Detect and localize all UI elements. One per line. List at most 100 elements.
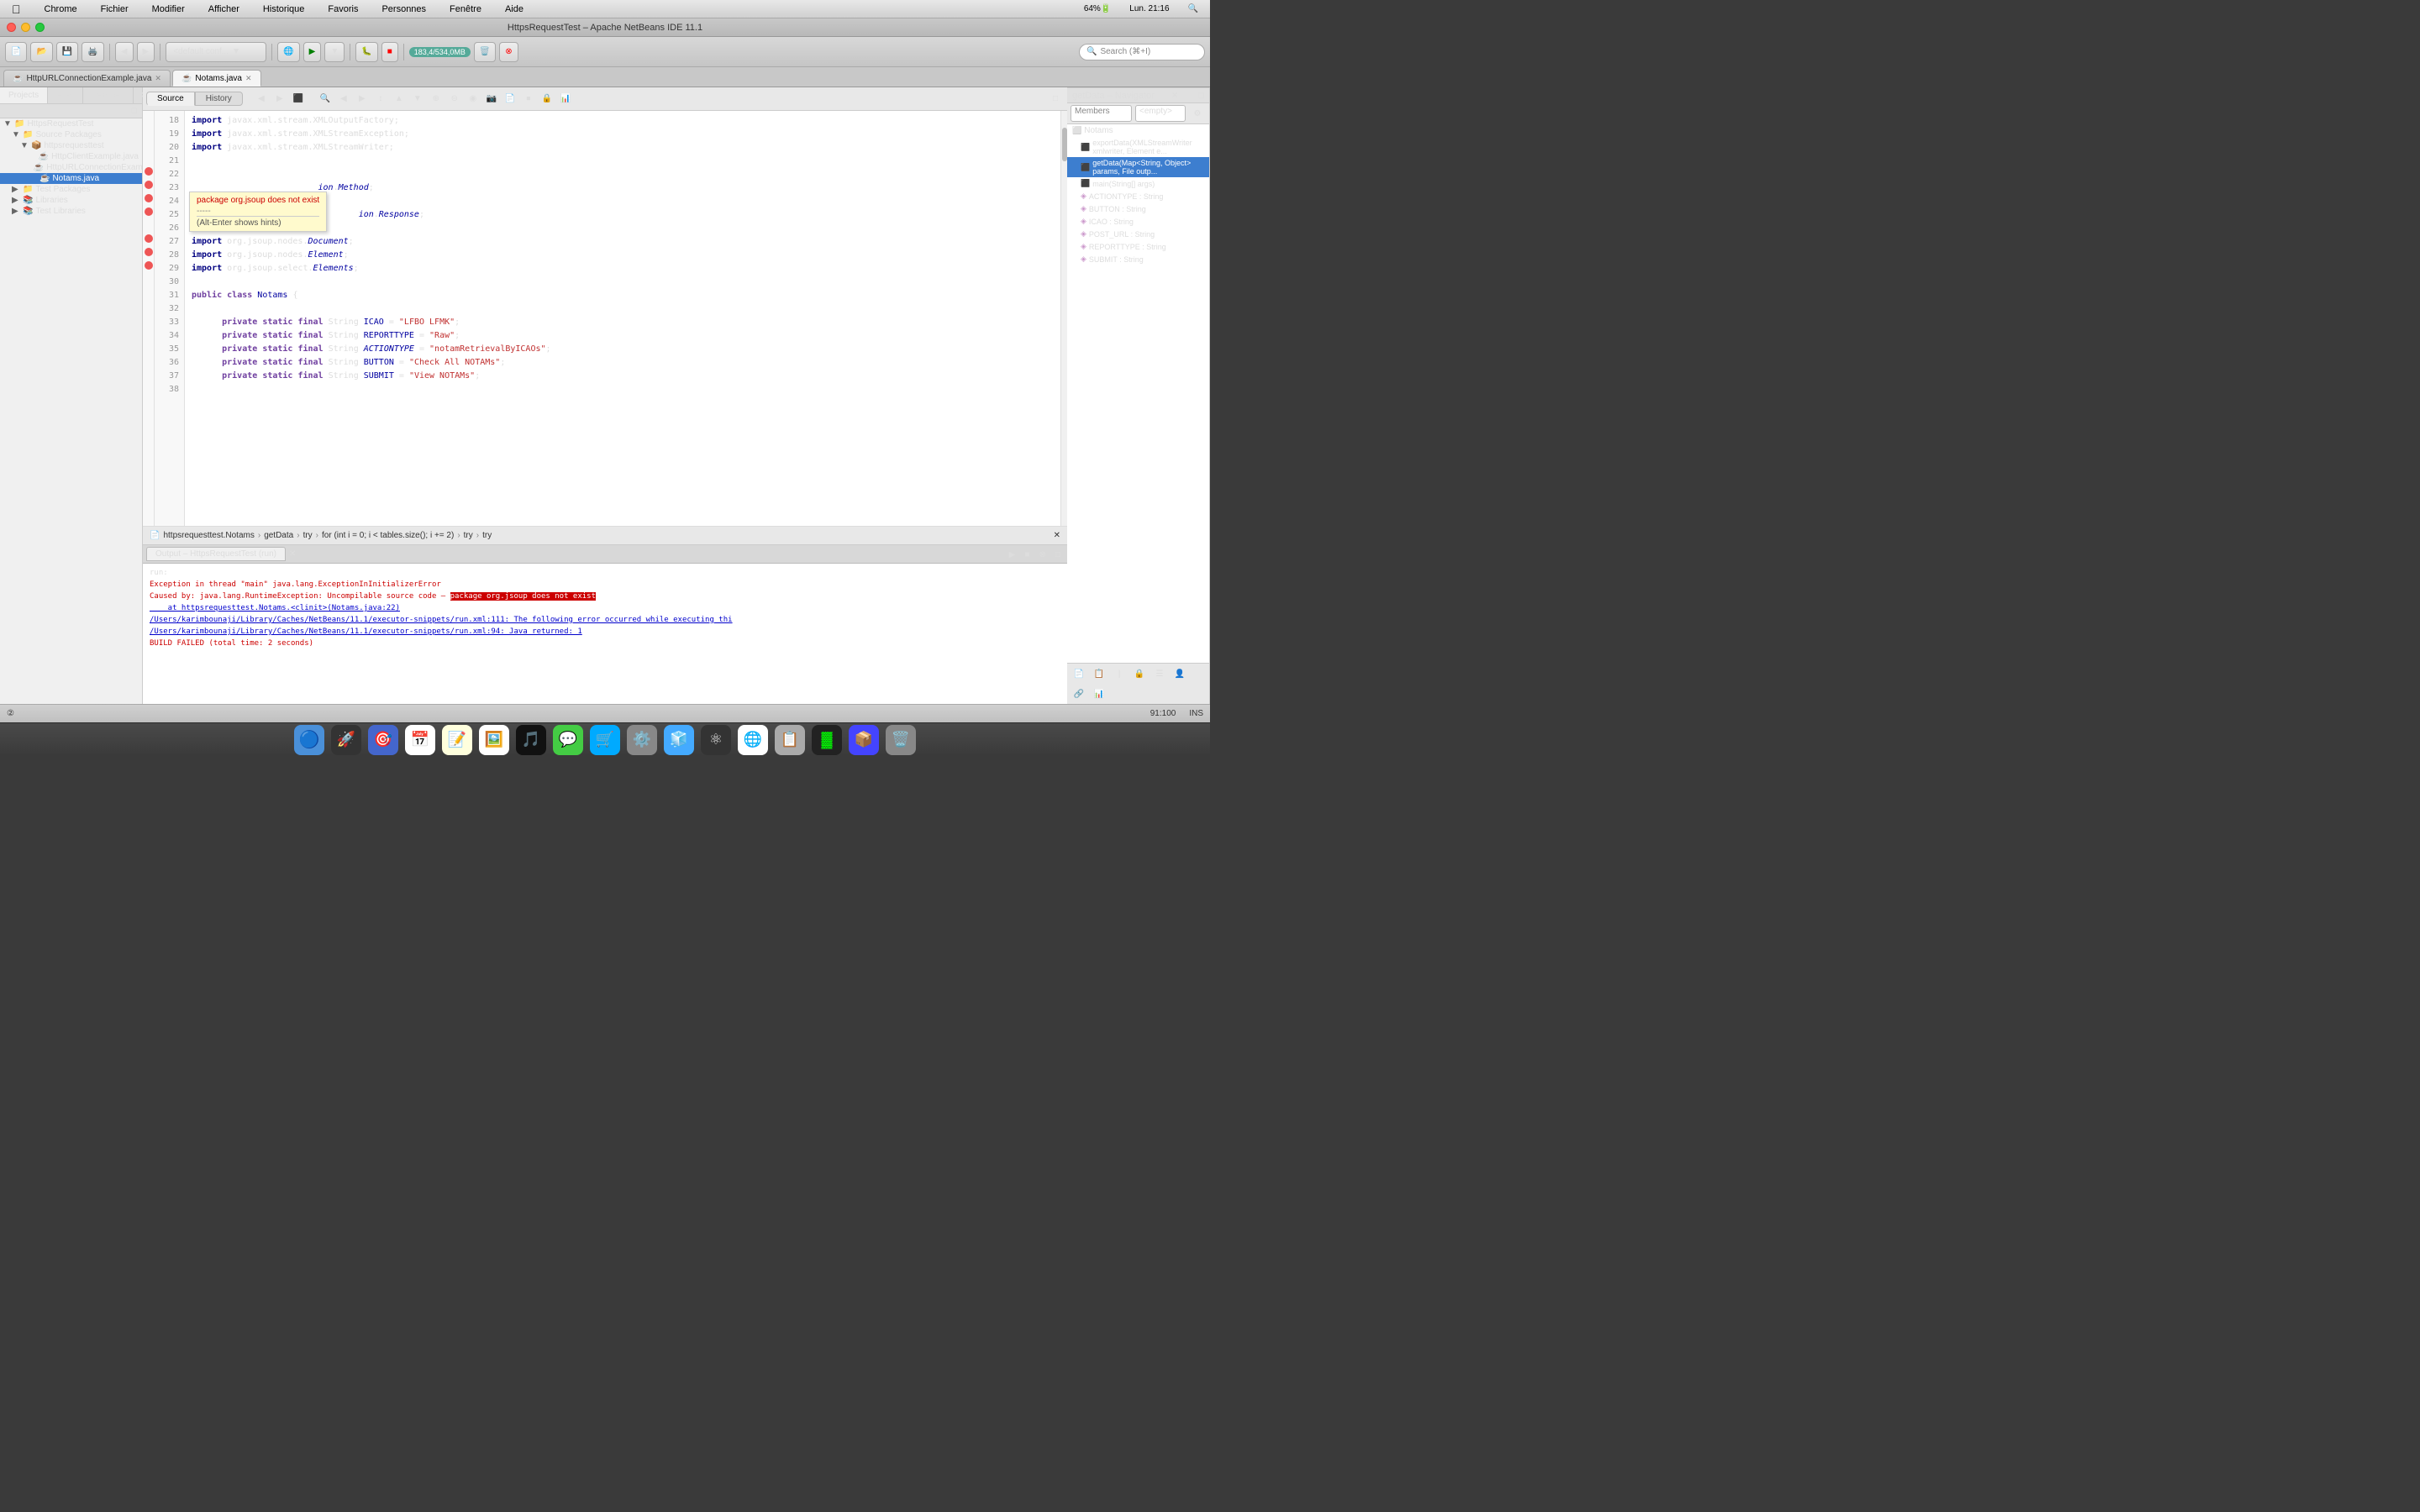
dock-trash[interactable]: 🗑️ bbox=[886, 725, 916, 755]
dock-music[interactable]: 🎵 bbox=[516, 725, 546, 755]
output-line-at[interactable]: at httpsrequesttest.Notams.<clinit>(Nota… bbox=[150, 602, 1060, 614]
menu-aide[interactable]: Aide bbox=[500, 3, 529, 16]
print-btn[interactable]: 🖨️ bbox=[82, 42, 103, 62]
nav-close-btn[interactable]: ✕ bbox=[1171, 90, 1178, 101]
tab-httpurl[interactable]: ☕ HttpURLConnectionExample.java ✕ bbox=[3, 70, 171, 87]
toggle-btn[interactable]: ↕ bbox=[372, 91, 389, 108]
nav-members-dropdown[interactable]: <empty> bbox=[1135, 105, 1186, 122]
nav-field-posturl[interactable]: ◈ POST_URL : String bbox=[1067, 228, 1209, 240]
dock-appstore[interactable]: 🛒 bbox=[590, 725, 620, 755]
nav-method-export[interactable]: ⬛ exportData(XMLStreamWriter xmlwriter, … bbox=[1067, 137, 1209, 157]
menu-personnes[interactable]: Personnes bbox=[376, 3, 431, 16]
fold-btn[interactable]: ▲ bbox=[391, 91, 408, 108]
dock-netbeans[interactable]: 🧊 bbox=[664, 725, 694, 755]
gc-btn[interactable]: 🗑️ bbox=[474, 42, 496, 62]
tree-notams[interactable]: ☕ Notams.java bbox=[0, 173, 142, 184]
nav-method-getdata[interactable]: ⬛ getData(Map<String, Object> params, Fi… bbox=[1067, 157, 1209, 177]
stop-btn[interactable]: ■ bbox=[381, 42, 398, 62]
forward-btn[interactable]: ▶ bbox=[137, 42, 155, 62]
panel-tab-files[interactable]: Files bbox=[48, 87, 83, 103]
nav-btn-7[interactable]: 🔗 bbox=[1071, 685, 1087, 702]
left-editor-btn[interactable]: ◀ bbox=[335, 91, 352, 108]
dock-calendar[interactable]: 📅 bbox=[405, 725, 435, 755]
close-button[interactable] bbox=[7, 23, 16, 32]
globe-btn[interactable]: 🌐 bbox=[277, 42, 299, 62]
scrollbar-thumb-v[interactable] bbox=[1062, 128, 1067, 161]
maximize-editor-btn[interactable]: □ bbox=[1047, 91, 1064, 108]
stop-edit-btn[interactable]: ⏹ bbox=[520, 91, 537, 108]
nav-field-submit[interactable]: ◈ SUBMIT : String bbox=[1067, 253, 1209, 265]
nav-settings-btn[interactable]: ⚙ bbox=[1189, 105, 1206, 122]
nav-btn-5[interactable]: ☰ bbox=[1151, 665, 1168, 682]
menu-fichier[interactable]: Fichier bbox=[96, 3, 134, 16]
right-editor-btn[interactable]: ▶ bbox=[354, 91, 371, 108]
tree-test-packages[interactable]: ▶ 📁 Test Packages bbox=[0, 184, 142, 195]
menu-fenetre[interactable]: Fenêtre bbox=[445, 3, 487, 16]
dock-terminal[interactable]: ▓ bbox=[812, 725, 842, 755]
breadcrumb-item-5[interactable]: try bbox=[464, 531, 473, 540]
nav-field-actiontype[interactable]: ◈ ACTIONTYPE : String bbox=[1067, 190, 1209, 202]
nav-class-notams[interactable]: ⬜ Notams bbox=[1067, 124, 1209, 137]
minimize-button[interactable] bbox=[21, 23, 30, 32]
open-btn[interactable]: 📂 bbox=[30, 42, 52, 62]
run-dropdown[interactable]: ▼ bbox=[324, 42, 345, 62]
dock-finder2[interactable]: 📋 bbox=[775, 725, 805, 755]
unfold-btn[interactable]: ▼ bbox=[409, 91, 426, 108]
output-maximize-btn[interactable]: □ bbox=[1055, 550, 1060, 559]
dock-settings[interactable]: ⚙️ bbox=[627, 725, 657, 755]
dock-dashboard[interactable]: 🎯 bbox=[368, 725, 398, 755]
menu-chrome[interactable]: Chrome bbox=[39, 3, 82, 16]
diff-btn2[interactable]: ⊖ bbox=[446, 91, 463, 108]
breadcrumb-item-4[interactable]: for (int i = 0; i < tables.size(); i += … bbox=[322, 531, 454, 540]
tree-httpurl[interactable]: ☕ HttpURLConnectionExample.java bbox=[0, 162, 142, 173]
panel-tab-projects[interactable]: Projects bbox=[0, 87, 48, 103]
tree-root[interactable]: ▼ 📁 HttpsRequestTest bbox=[0, 118, 142, 129]
code-content[interactable]: import javax.xml.stream.XMLOutputFactory… bbox=[185, 111, 1067, 526]
breadcrumb-close-btn[interactable]: ✕ bbox=[1054, 531, 1060, 540]
dock-notes[interactable]: 📝 bbox=[442, 725, 472, 755]
dock-atom[interactable]: ⚛ bbox=[701, 725, 731, 755]
menu-favoris[interactable]: Favoris bbox=[323, 3, 363, 16]
breadcrumb-item-2[interactable]: getData bbox=[264, 531, 293, 540]
breadcrumb-item-1[interactable]: httpsrequesttest.Notams bbox=[163, 531, 254, 540]
breadcrumb-item-3[interactable]: try bbox=[303, 531, 313, 540]
back-icon-btn[interactable]: ◀ bbox=[253, 91, 270, 108]
nav-field-reporttype[interactable]: ◈ REPORTTYPE : String bbox=[1067, 240, 1209, 253]
nav-field-icao[interactable]: ◈ ICAO : String bbox=[1067, 215, 1209, 228]
debug-btn[interactable]: 🐛 bbox=[355, 42, 377, 62]
search-icon[interactable]: 🔍 bbox=[1183, 3, 1203, 15]
source-tab[interactable]: Source bbox=[146, 92, 195, 106]
filter-icon-btn[interactable]: ⬛ bbox=[290, 91, 307, 108]
maximize-button[interactable] bbox=[35, 23, 45, 32]
diff-btn1[interactable]: ⊕ bbox=[428, 91, 445, 108]
nav-method-main[interactable]: ⬛ main(String[] args) bbox=[1067, 177, 1209, 190]
nav-filter-input[interactable]: Members bbox=[1071, 105, 1132, 122]
tree-source-packages[interactable]: ▼ 📁 Source Packages bbox=[0, 129, 142, 140]
nav-btn-2[interactable]: 📋 bbox=[1091, 665, 1107, 682]
save-btn[interactable]: 💾 bbox=[56, 42, 78, 62]
dock-messages[interactable]: 💬 bbox=[553, 725, 583, 755]
output-line-path2[interactable]: /Users/karimbounaji/Library/Caches/NetBe… bbox=[150, 626, 1060, 638]
nav-maximize-btn[interactable]: □ bbox=[1198, 91, 1204, 101]
breadcrumb-item-6[interactable]: try bbox=[482, 531, 492, 540]
apple-menu[interactable]:  bbox=[7, 1, 26, 18]
tab-notams-close[interactable]: ✕ bbox=[245, 74, 252, 83]
nav-btn-6[interactable]: 👤 bbox=[1171, 665, 1188, 682]
tree-httpsrequesttest[interactable]: ▼ 📦 httpsrequesttest bbox=[0, 140, 142, 151]
nav-field-button[interactable]: ◈ BUTTON : String bbox=[1067, 202, 1209, 215]
search-editor-btn[interactable]: 🔍 bbox=[317, 91, 334, 108]
diff-btn3[interactable]: ◉ bbox=[465, 91, 481, 108]
menu-afficher[interactable]: Afficher bbox=[203, 3, 245, 16]
fwd-icon-btn[interactable]: ▶ bbox=[271, 91, 288, 108]
panel-maximize-icon[interactable]: □ bbox=[131, 106, 137, 116]
tab-notams[interactable]: ☕ Notams.java ✕ bbox=[172, 70, 261, 87]
output-stop2-btn[interactable]: ⊗ bbox=[1039, 550, 1046, 559]
new-project-btn[interactable]: 📄 bbox=[5, 42, 27, 62]
config-dropdown[interactable]: <default conf... ▼ bbox=[166, 42, 266, 62]
dock-photos[interactable]: 🖼️ bbox=[479, 725, 509, 755]
panel-tab-services[interactable]: Services bbox=[83, 87, 133, 103]
nav-btn-3[interactable]: | bbox=[1111, 665, 1128, 682]
dock-finder[interactable]: 🔵 bbox=[294, 725, 324, 755]
doc-btn[interactable]: 📄 bbox=[502, 91, 518, 108]
dock-payroll[interactable]: 📦 bbox=[849, 725, 879, 755]
